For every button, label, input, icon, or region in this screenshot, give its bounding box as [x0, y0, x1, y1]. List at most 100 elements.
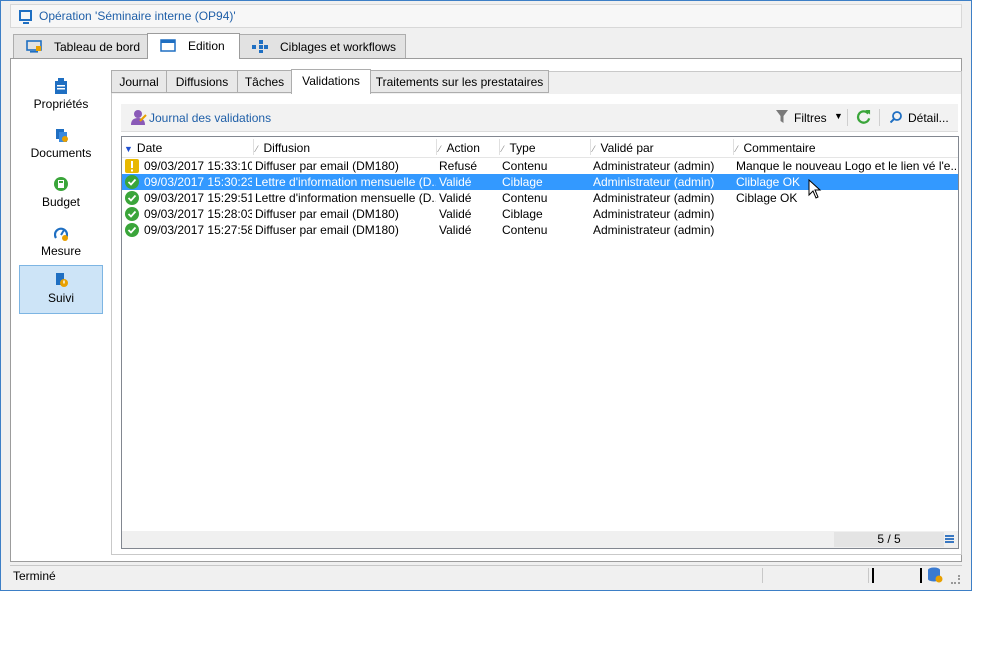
tab-label: Journal — [119, 75, 159, 89]
check-ok-icon — [125, 207, 139, 221]
column-divider[interactable] — [253, 139, 254, 155]
cell-validated-by: Administrateur (admin) — [593, 159, 715, 173]
dashboard-icon — [26, 40, 42, 53]
cell-diffusion: Diffuser par email (DM180) — [255, 207, 399, 221]
journal-validations-link[interactable]: Journal des validations — [149, 111, 271, 125]
column-divider[interactable] — [499, 139, 500, 155]
cell-action: Refusé — [439, 159, 478, 173]
column-header-date[interactable]: ▼ Date — [124, 141, 162, 155]
sidebar-item-label: Mesure — [40, 244, 81, 258]
column-divider[interactable] — [590, 139, 591, 155]
record-count: 5 / 5 — [834, 532, 944, 547]
tab-journal[interactable]: Journal — [111, 70, 167, 93]
tracking-icon — [56, 273, 68, 287]
cell-comment: Manque le nouveau Logo et le lien vé l'e… — [736, 159, 958, 173]
cell-action: Validé — [439, 191, 472, 205]
budget-icon — [54, 177, 68, 191]
filters-label: Filtres — [794, 111, 827, 125]
cell-date: 09/03/2017 15:29:51 — [144, 191, 252, 205]
status-divider — [762, 568, 763, 583]
warning-icon — [125, 159, 139, 173]
validations-toolbar: Journal des validations Filtres ▼ Détail… — [121, 104, 958, 132]
cell-diffusion: Lettre d'information mensuelle (D... — [255, 175, 436, 189]
tab-edition[interactable]: Edition — [147, 33, 240, 59]
database-icon[interactable] — [927, 567, 943, 583]
magnifier-icon — [890, 111, 902, 123]
sidebar-item-measure[interactable]: Mesure — [19, 219, 103, 265]
cell-date: 09/03/2017 15:28:03 — [144, 207, 252, 221]
cell-action: Validé — [439, 175, 472, 189]
tab-label: Diffusions — [175, 75, 229, 89]
table-footer: 5 / 5 — [122, 531, 958, 548]
tab-label: Tâches — [244, 75, 285, 89]
workflow-icon — [252, 40, 268, 53]
toolbar-divider — [879, 109, 880, 126]
status-separator — [920, 568, 922, 583]
documents-icon — [56, 129, 68, 142]
status-separator — [872, 568, 874, 583]
refresh-icon — [856, 109, 871, 124]
cell-validated-by: Administrateur (admin) — [593, 191, 715, 205]
table-row[interactable]: 09/03/2017 15:27:58 Diffuser par email (… — [122, 222, 958, 238]
tab-validations[interactable]: Validations — [291, 69, 371, 94]
table-header: ▼ Date ⁄ Diffusion ⁄ Action ⁄ Type ⁄ Validé p… — [122, 137, 958, 158]
sidebar: Propriétés Documents Budget Mesure Suivi — [18, 66, 104, 556]
chevron-down-icon: ▼ — [834, 111, 843, 121]
table-row[interactable]: 09/03/2017 15:33:10 Diffuser par email (… — [122, 158, 958, 174]
cell-validated-by: Administrateur (admin) — [593, 223, 715, 237]
tab-label: Traitements sur les prestataires — [375, 75, 544, 89]
sort-desc-icon: ▼ — [124, 144, 133, 154]
cell-action: Validé — [439, 207, 472, 221]
column-divider[interactable] — [733, 139, 734, 155]
sidebar-item-tracking[interactable]: Suivi — [19, 265, 103, 314]
tab-diffusions[interactable]: Diffusions — [166, 70, 238, 93]
column-header-comment[interactable]: ⁄ Commentaire — [736, 141, 816, 155]
table-row-selected[interactable]: 09/03/2017 15:30:23 Lettre d'information… — [122, 174, 958, 190]
filter-icon — [776, 110, 788, 123]
check-ok-icon — [125, 175, 139, 189]
column-header-diffusion[interactable]: ⁄ Diffusion — [256, 141, 310, 155]
toolbar-divider — [847, 109, 848, 126]
tab-dashboard[interactable]: Tableau de bord — [13, 34, 148, 58]
tab-traitements-prestataires[interactable]: Traitements sur les prestataires — [370, 70, 549, 93]
column-header-type[interactable]: ⁄ Type — [502, 141, 536, 155]
cell-diffusion: Diffuser par email (DM180) — [255, 159, 399, 173]
cell-comment: Cliblage OK — [736, 175, 801, 189]
sidebar-item-budget[interactable]: Budget — [19, 170, 103, 216]
status-bar: Terminé — [10, 565, 962, 585]
column-header-validated-by[interactable]: ⁄ Validé par — [593, 141, 654, 155]
column-settings-icon[interactable] — [945, 535, 954, 543]
sidebar-item-documents[interactable]: Documents — [19, 121, 103, 167]
sidebar-item-label: Documents — [30, 146, 92, 160]
cell-comment: Ciblage OK — [736, 191, 798, 205]
detail-button[interactable]: Détail... — [890, 108, 954, 128]
window-title: Opération 'Séminaire interne (OP94)' — [39, 9, 236, 23]
refresh-button[interactable] — [854, 108, 874, 128]
cell-type: Ciblage — [502, 175, 543, 189]
measure-icon — [54, 227, 68, 241]
tab-targeting-workflows[interactable]: Ciblages et workflows — [239, 34, 406, 58]
detail-label: Détail... — [908, 111, 949, 125]
tab-label: Tableau de bord — [54, 40, 141, 54]
cell-diffusion: Diffuser par email (DM180) — [255, 223, 399, 237]
user-validation-icon — [131, 110, 147, 125]
tab-taches[interactable]: Tâches — [237, 70, 292, 93]
filters-button[interactable]: Filtres ▼ — [776, 108, 846, 128]
check-ok-icon — [125, 191, 139, 205]
sidebar-item-properties[interactable]: Propriétés — [19, 72, 103, 118]
cell-date: 09/03/2017 15:33:10 — [144, 159, 252, 173]
cell-action: Validé — [439, 223, 472, 237]
column-divider[interactable] — [436, 139, 437, 155]
resize-grip-icon[interactable] — [951, 575, 960, 584]
mouse-cursor-icon — [808, 179, 822, 199]
table-row[interactable]: 09/03/2017 15:28:03 Diffuser par email (… — [122, 206, 958, 222]
cell-validated-by: Administrateur (admin) — [593, 207, 715, 221]
tab-label: Edition — [188, 39, 225, 53]
column-header-action[interactable]: ⁄ Action — [439, 141, 480, 155]
window-title-bar: Opération 'Séminaire interne (OP94)' — [10, 4, 962, 28]
table-row[interactable]: 09/03/2017 15:29:51 Lettre d'information… — [122, 190, 958, 206]
operation-window-icon — [19, 10, 32, 24]
status-divider — [868, 568, 869, 583]
check-ok-icon — [125, 223, 139, 237]
cell-date: 09/03/2017 15:27:58 — [144, 223, 252, 237]
